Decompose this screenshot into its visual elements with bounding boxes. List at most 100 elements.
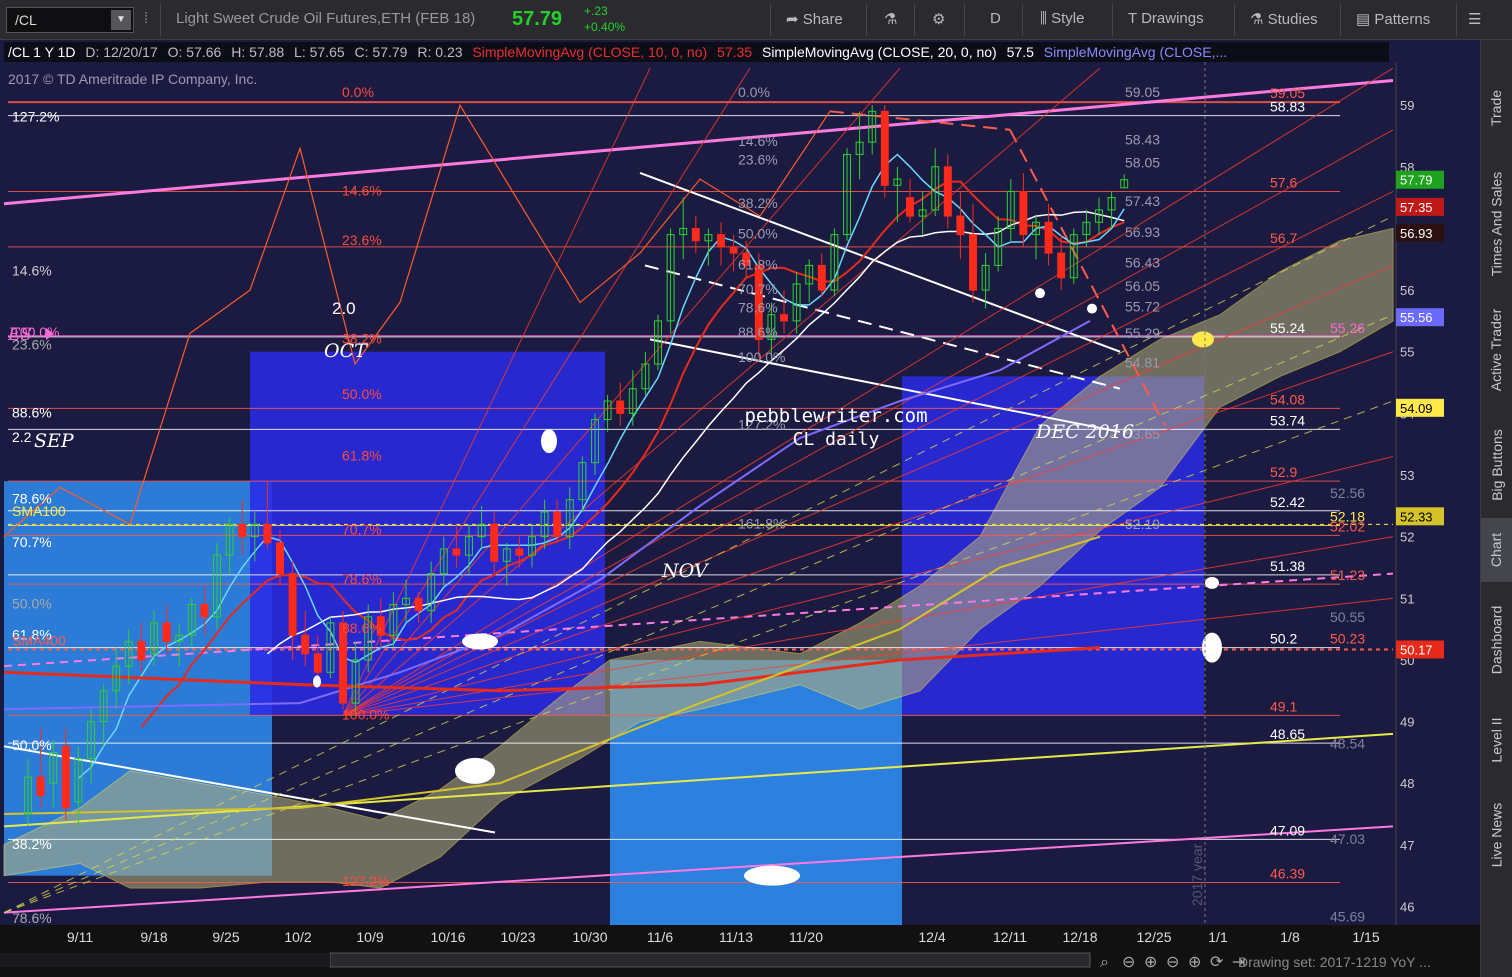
candle-body[interactable] bbox=[162, 622, 171, 642]
toolbar-divider bbox=[964, 4, 965, 36]
fib-label-mid: 100.0% bbox=[342, 706, 389, 722]
sidebar-tab-live-news[interactable]: Live News bbox=[1481, 785, 1512, 885]
fib-label-right: 14.6% bbox=[738, 133, 778, 149]
candle-body[interactable] bbox=[452, 548, 461, 556]
candle-body[interactable] bbox=[61, 745, 70, 809]
marker-ellipse bbox=[1205, 576, 1219, 589]
candle-body[interactable] bbox=[969, 234, 977, 291]
lock-icon[interactable]: ⁞ bbox=[144, 10, 148, 27]
fib-price-label: 59.05 bbox=[1125, 84, 1160, 100]
candle-body[interactable] bbox=[943, 166, 952, 217]
net-change: +.23 bbox=[584, 4, 608, 18]
candle-body[interactable] bbox=[1044, 221, 1053, 254]
y-tick-label: 47 bbox=[1400, 838, 1414, 853]
fib-label-left: 88.6% bbox=[12, 404, 52, 420]
settings-sliders-icon[interactable]: ☰ bbox=[1468, 10, 1481, 28]
fib-label-mid: 50.0% bbox=[342, 386, 382, 402]
sidebar-tab-label: Trade bbox=[1488, 89, 1505, 127]
fib-price-label: 56.05 bbox=[1125, 278, 1160, 294]
candle-body[interactable] bbox=[1019, 190, 1028, 236]
info-sma20[interactable]: SimpleMovingAvg (CLOSE, 20, 0, no) bbox=[762, 44, 997, 60]
info-range: R: 0.23 bbox=[417, 44, 463, 60]
candle-body[interactable] bbox=[817, 264, 826, 291]
candle-body[interactable] bbox=[238, 523, 247, 538]
price-level-label: 52.56 bbox=[1330, 485, 1365, 501]
fib-price-label: 56.93 bbox=[1125, 224, 1160, 240]
fib-price-label: 55.72 bbox=[1125, 298, 1160, 314]
y-axis-panel bbox=[1396, 62, 1480, 925]
candle-body[interactable] bbox=[880, 110, 889, 186]
price-axis-badge: 56.93 bbox=[1396, 223, 1444, 242]
fib-label-right: 88.6% bbox=[738, 324, 778, 340]
drawings-button[interactable]: T Drawings bbox=[1128, 10, 1204, 27]
x-tick-label: 12/4 bbox=[918, 929, 945, 945]
marker-ellipse bbox=[462, 633, 498, 650]
sidebar-tab-times-and-sales[interactable]: Times And Sales bbox=[1481, 160, 1512, 288]
candle-body[interactable] bbox=[515, 548, 524, 556]
fib-label-right: 70.7% bbox=[738, 281, 778, 297]
candle-body[interactable] bbox=[1057, 252, 1066, 279]
aggregation-button[interactable]: D bbox=[990, 10, 1001, 27]
price-level-label: 50.2 bbox=[1270, 631, 1297, 647]
sidebar-tab-chart[interactable]: Chart bbox=[1481, 518, 1512, 582]
gear-icon[interactable]: ⚙ bbox=[932, 10, 945, 28]
candle-body[interactable] bbox=[729, 246, 738, 254]
fib-price-label: 54.81 bbox=[1125, 354, 1160, 370]
info-sma50[interactable]: SimpleMovingAvg (CLOSE,... bbox=[1044, 44, 1227, 60]
candle-body[interactable] bbox=[956, 215, 965, 236]
share-button[interactable]: ➦ Share bbox=[786, 10, 843, 28]
candle-body[interactable] bbox=[691, 227, 700, 242]
candle-body[interactable] bbox=[276, 542, 284, 575]
x-tick-label: 9/11 bbox=[67, 929, 93, 945]
scrollbar-track[interactable] bbox=[329, 952, 1091, 968]
sidebar-tab-dashboard[interactable]: Dashboard bbox=[1481, 585, 1512, 695]
candle-body[interactable] bbox=[414, 597, 423, 612]
candle-body[interactable] bbox=[717, 234, 725, 248]
sidebar-tab-trade[interactable]: Trade bbox=[1481, 58, 1512, 158]
drawing-set-label: Drawing set: 2017-1219 YoY ... bbox=[1238, 954, 1431, 970]
candle-body[interactable] bbox=[36, 776, 45, 797]
info-sma10[interactable]: SimpleMovingAvg (CLOSE, 10, 0, no) bbox=[472, 44, 707, 60]
price-level-label: 51.23 bbox=[1330, 567, 1365, 583]
symbol-dropdown-icon[interactable]: ▼ bbox=[111, 10, 131, 30]
candle-body[interactable] bbox=[780, 314, 788, 322]
price-level-label: 55.26 bbox=[1330, 320, 1365, 336]
x-tick-label: 9/25 bbox=[212, 929, 239, 945]
candle-body[interactable] bbox=[553, 511, 562, 538]
patterns-button[interactable]: ▤ Patterns bbox=[1356, 10, 1430, 28]
price-chart[interactable]: 46474849505152535455565758599/119/189/25… bbox=[0, 40, 1480, 977]
price-level-label: 45.69 bbox=[1330, 909, 1365, 925]
fib-label-right: 23.6% bbox=[738, 152, 778, 168]
sidebar-tab-big-buttons[interactable]: Big Buttons bbox=[1481, 416, 1512, 514]
candle-body[interactable] bbox=[137, 640, 146, 661]
symbol-input[interactable]: /CL ▼ bbox=[6, 7, 134, 33]
sidebar-tab-active-trader[interactable]: Active Trader bbox=[1481, 292, 1512, 408]
price-level-label: 46.39 bbox=[1270, 865, 1305, 881]
zoom-control-icon: ⊕ bbox=[1144, 954, 1157, 971]
fib-label-mid: 14.6% bbox=[342, 182, 382, 198]
watermark-text: pebblewriter.com bbox=[744, 405, 927, 427]
fib-price-label: 55.29 bbox=[1125, 325, 1160, 341]
info-sma20-value: 57.5 bbox=[1006, 44, 1034, 60]
candle-body[interactable] bbox=[288, 573, 297, 636]
y-tick-label: 55 bbox=[1400, 345, 1414, 360]
candle-body[interactable] bbox=[301, 634, 310, 655]
price-level-label: 54.08 bbox=[1270, 391, 1305, 407]
badge-text: 57.79 bbox=[1400, 173, 1433, 188]
flask-icon[interactable]: ⚗ bbox=[884, 10, 897, 28]
candle-body[interactable] bbox=[616, 400, 625, 414]
x-tick-label: 10/16 bbox=[430, 929, 465, 945]
candle-body[interactable] bbox=[263, 523, 272, 544]
style-button[interactable]: ⫼ Style bbox=[1040, 10, 1084, 27]
fib-label-mid: 88.6% bbox=[342, 620, 382, 636]
toolbar-divider bbox=[1234, 4, 1235, 36]
x-tick-label: 10/23 bbox=[500, 929, 535, 945]
sidebar-tab-label: Active Trader bbox=[1488, 308, 1505, 392]
sidebar-tab-level-ii[interactable]: Level II bbox=[1481, 700, 1512, 780]
toolbar-divider bbox=[914, 4, 915, 36]
candle-body[interactable] bbox=[906, 197, 914, 217]
candle-body[interactable] bbox=[200, 603, 209, 618]
studies-button[interactable]: ⚗ Studies bbox=[1250, 10, 1318, 28]
candle-body[interactable] bbox=[313, 653, 322, 673]
candle-body[interactable] bbox=[490, 523, 499, 562]
